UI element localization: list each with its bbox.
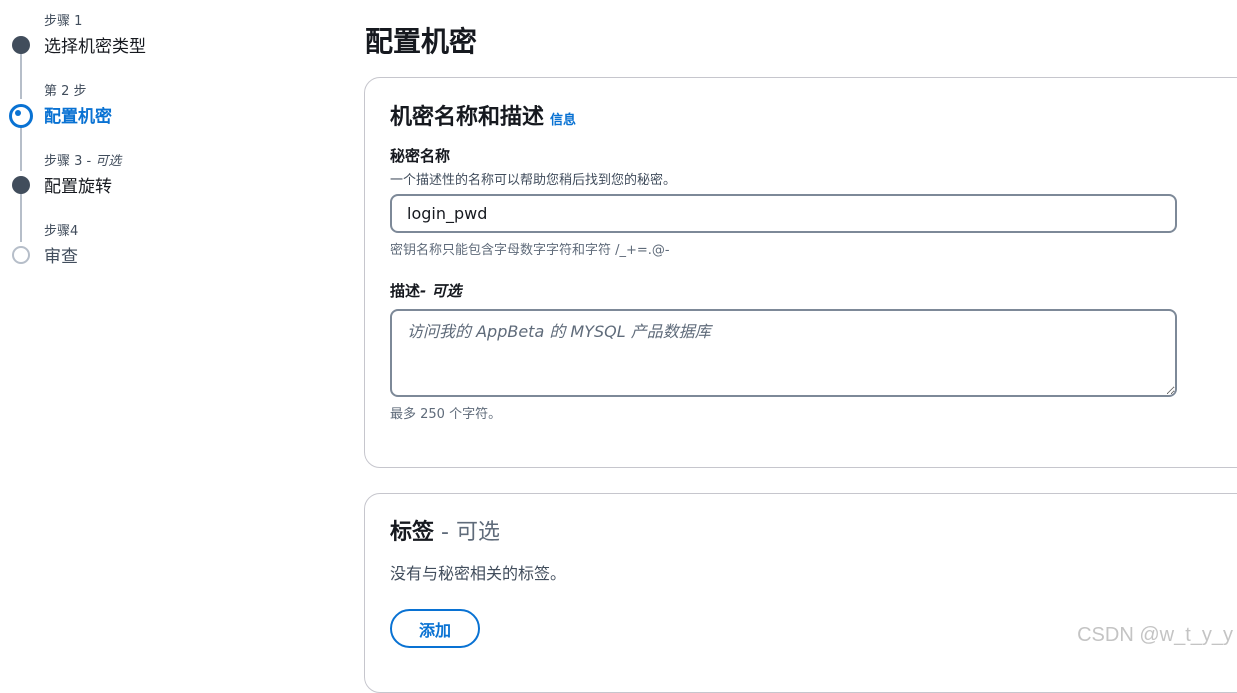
step-2-title: 配置机密: [44, 107, 112, 127]
step-2[interactable]: 第 2 步 配置机密: [0, 80, 300, 140]
tags-section-title: 标签 - 可选: [390, 514, 500, 546]
step-current-icon: [9, 104, 33, 128]
watermark: CSDN @w_t_y_y: [1077, 624, 1233, 646]
step-3-optional: 可选: [95, 154, 122, 169]
step-pending-icon: [12, 246, 30, 264]
wizard-stepper: 步骤 1 选择机密类型 第 2 步 配置机密 步骤 3 - 可选 配置旋转 步骤…: [0, 0, 300, 655]
description-constraint: 最多 250 个字符。: [390, 407, 502, 422]
secret-name-label: 秘密名称: [390, 147, 451, 165]
step-done-icon: [12, 176, 30, 194]
secret-name-constraint: 密钥名称只能包含字母数字字符和字符 /_+=.@-: [390, 243, 670, 258]
info-link[interactable]: 信息: [550, 113, 576, 128]
description-optional: - 可选: [420, 282, 462, 300]
description-label-text: 描述: [390, 282, 421, 300]
tags-empty-description: 没有与秘密相关的标签。: [390, 564, 567, 583]
step-1-number: 步骤 1: [44, 14, 83, 29]
step-3-number-text: 步骤 3 -: [44, 154, 96, 169]
step-3[interactable]: 步骤 3 - 可选 配置旋转: [0, 150, 300, 210]
secret-name-card: 机密名称和描述信息 秘密名称 一个描述性的名称可以帮助您稍后找到您的秘密。 密钥…: [364, 77, 1237, 468]
add-tag-button[interactable]: 添加: [390, 609, 480, 648]
step-1[interactable]: 步骤 1 选择机密类型: [0, 10, 300, 70]
secret-section-title: 机密名称和描述 信息: [390, 99, 576, 131]
step-1-title[interactable]: 选择机密类型: [44, 32, 146, 57]
step-4: 步骤4 审查: [0, 220, 300, 280]
description-textarea[interactable]: [390, 309, 1177, 397]
tags-heading: 标签: [390, 520, 435, 545]
step-4-number: 步骤4: [44, 224, 79, 239]
description-label: 描述- 可选: [390, 280, 461, 301]
step-done-icon: [12, 36, 30, 54]
tags-optional: - 可选: [434, 520, 500, 545]
step-4-title: 审查: [44, 247, 78, 267]
step-3-number: 步骤 3 - 可选: [44, 150, 121, 169]
secret-section-heading: 机密名称和描述: [390, 105, 545, 130]
secret-name-description: 一个描述性的名称可以帮助您稍后找到您的秘密。: [390, 173, 677, 188]
step-3-title[interactable]: 配置旋转: [44, 172, 112, 197]
secret-name-input[interactable]: [390, 194, 1177, 233]
tags-card: 标签 - 可选 没有与秘密相关的标签。 添加: [364, 493, 1237, 693]
page-title: 配置机密: [365, 25, 478, 58]
step-2-number: 第 2 步: [44, 84, 87, 99]
